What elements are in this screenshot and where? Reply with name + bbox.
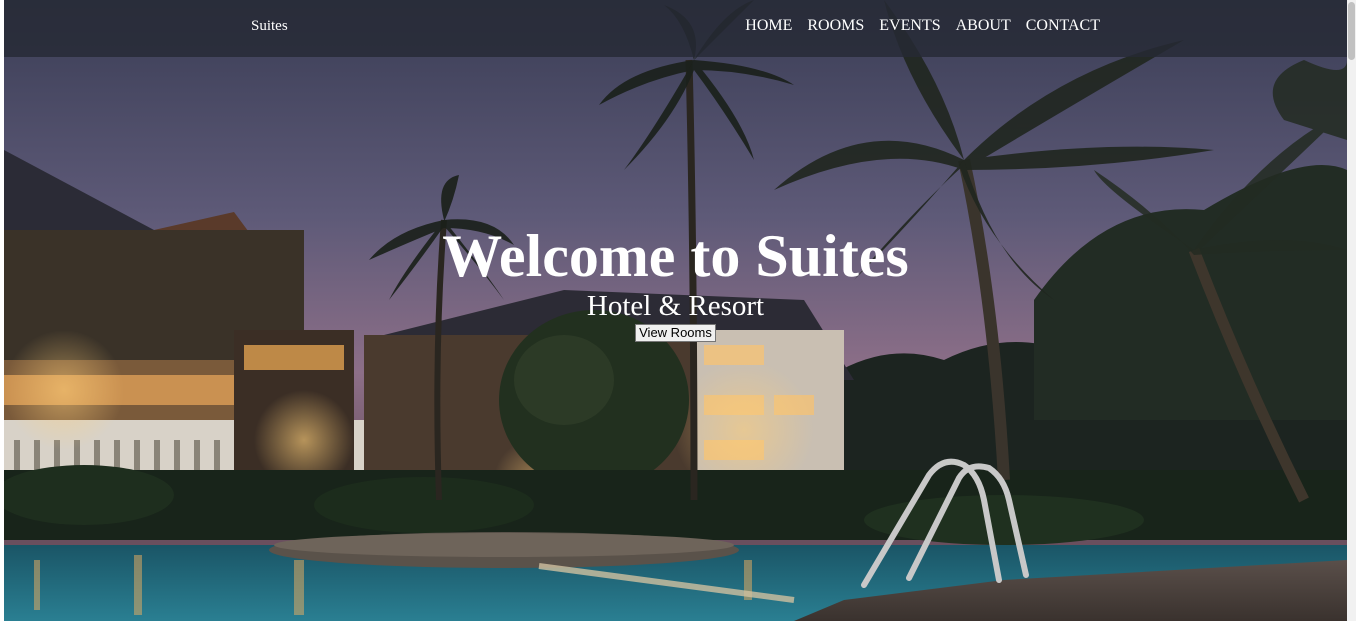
nav-link-contact[interactable]: CONTACT	[1026, 17, 1100, 35]
brand-logo-link[interactable]: Suites	[251, 18, 288, 35]
hero-content: Welcome to Suites Hotel & Resort View Ro…	[4, 222, 1347, 342]
scrollbar-thumb[interactable]	[1348, 2, 1355, 60]
page-viewport: Suites HOME ROOMS EVENTS ABOUT CONTACT W…	[4, 0, 1347, 621]
view-rooms-button[interactable]: View Rooms	[635, 324, 716, 342]
nav-link-events[interactable]: EVENTS	[879, 17, 940, 35]
top-navigation-bar: Suites HOME ROOMS EVENTS ABOUT CONTACT	[4, 0, 1347, 57]
hero-title: Welcome to Suites	[442, 223, 909, 289]
page-scrollbar[interactable]	[1347, 0, 1356, 621]
nav-link-rooms[interactable]: ROOMS	[807, 17, 864, 35]
nav-links: HOME ROOMS EVENTS ABOUT CONTACT	[730, 17, 1100, 35]
nav-link-home[interactable]: HOME	[745, 17, 792, 35]
nav-link-about[interactable]: ABOUT	[956, 17, 1011, 35]
hero-subtitle: Hotel & Resort	[586, 290, 765, 322]
